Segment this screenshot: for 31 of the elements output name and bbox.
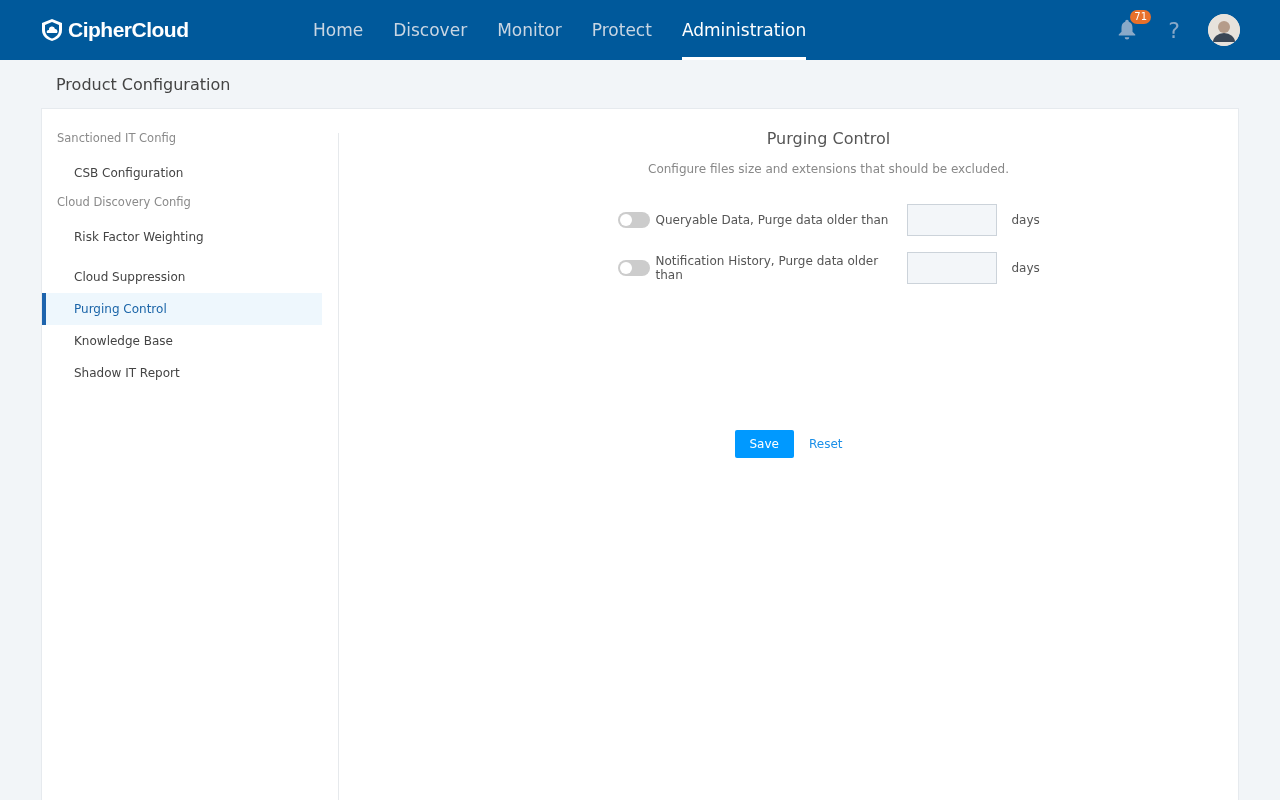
panel-description: Configure files size and extensions that should be excluded. xyxy=(648,162,1009,176)
reset-link[interactable]: Reset xyxy=(808,437,843,451)
nav-tab[interactable]: Discover xyxy=(393,0,468,60)
setting-label: Queryable Data, Purge data older than xyxy=(655,213,890,227)
notification-count-badge: 71 xyxy=(1130,10,1152,24)
user-avatar[interactable] xyxy=(1208,14,1240,46)
save-button[interactable]: Save xyxy=(734,430,794,458)
toggle-switch[interactable] xyxy=(617,260,650,276)
sidebar-section-title: Sanctioned IT Config xyxy=(57,131,176,145)
sidebar-item[interactable]: Knowledge Base xyxy=(42,325,322,357)
sidebar-item[interactable]: Shadow IT Report xyxy=(42,357,322,389)
nav-tab[interactable]: Protect xyxy=(591,0,652,60)
help-button[interactable]: ? xyxy=(1168,17,1180,43)
unit-label: days xyxy=(1011,261,1040,275)
page-title: Product Configuration xyxy=(56,75,231,94)
days-input-field[interactable] xyxy=(906,204,997,236)
nav-tab[interactable]: Monitor xyxy=(497,0,562,60)
panel-title: Purging Control xyxy=(766,129,891,148)
nav-tab[interactable]: Home xyxy=(313,0,364,60)
setting-label: Notification History, Purge data older than xyxy=(655,254,880,282)
sidebar-item[interactable]: Risk Factor Weighting xyxy=(42,221,322,253)
sidebar-item[interactable]: Cloud Suppression xyxy=(42,261,322,293)
unit-label: days xyxy=(1011,213,1040,227)
nav-tab[interactable]: Administration xyxy=(681,0,807,60)
sidebar-section-title: Cloud Discovery Config xyxy=(57,195,191,209)
brand-logo-text: CipherCloud xyxy=(68,18,189,42)
sidebar-item[interactable]: Purging Control xyxy=(42,293,322,325)
toggle-switch[interactable] xyxy=(617,212,650,228)
days-input-field[interactable] xyxy=(906,252,997,284)
shield-logo-icon xyxy=(40,18,64,42)
sidebar-item[interactable]: CSB Configuration xyxy=(42,157,322,189)
